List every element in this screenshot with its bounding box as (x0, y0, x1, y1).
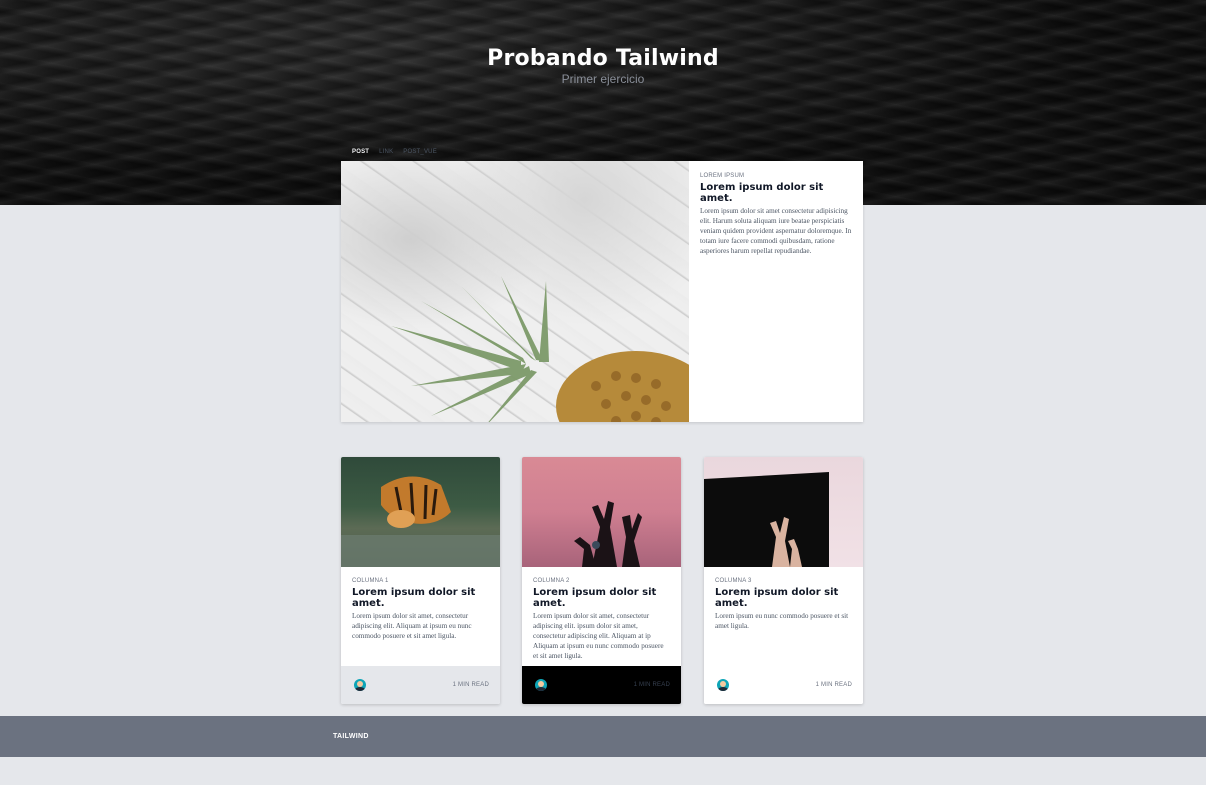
card-footer: 1 MIN READ (522, 666, 681, 704)
card-category: COLUMNA 1 (352, 578, 389, 584)
read-time: 1 MIN READ (815, 682, 852, 688)
featured-category: LOREM IPSUM (700, 173, 745, 179)
card-text: Lorem ipsum dolor sit amet, consectetur … (533, 612, 664, 660)
tab-link[interactable]: LINK (379, 149, 393, 155)
tab-bar: POST LINK POST_VUE (352, 149, 437, 155)
tab-post-vue[interactable]: POST_VUE (403, 149, 437, 155)
post-card-1[interactable]: COLUMNA 1 Lorem ipsum dolor sit amet. Lo… (341, 457, 500, 704)
card-body: COLUMNA 1 Lorem ipsum dolor sit amet. Lo… (341, 567, 500, 666)
read-time: 1 MIN READ (452, 682, 489, 688)
board-hands-image (704, 472, 829, 567)
card-image-board (704, 457, 863, 567)
card-title[interactable]: Lorem ipsum dolor sit amet. (533, 587, 670, 609)
read-time: 1 MIN READ (633, 682, 670, 688)
featured-text: Lorem ipsum dolor sit amet consectetur a… (700, 207, 852, 255)
card-text: Lorem ipsum dolor sit amet, consectetur … (352, 612, 472, 640)
footer: TAILWIND (0, 716, 1206, 757)
card-text: Lorem ipsum eu nunc commodo posuere et s… (715, 612, 849, 630)
card-category: COLUMNA 3 (715, 578, 752, 584)
card-image-hands (522, 457, 681, 567)
card-body: COLUMNA 3 Lorem ipsum dolor sit amet. Lo… (704, 567, 863, 666)
pineapple-image (391, 276, 689, 422)
tab-post[interactable]: POST (352, 149, 369, 155)
card-footer: 1 MIN READ (704, 666, 863, 704)
avatar-icon[interactable] (717, 679, 729, 691)
card-image-tiger (341, 457, 500, 567)
card-title[interactable]: Lorem ipsum dolor sit amet. (715, 587, 852, 609)
hands-silhouette-image (574, 501, 642, 567)
card-category: COLUMNA 2 (533, 578, 570, 584)
page-title: Probando Tailwind (487, 46, 719, 71)
tiger-image (341, 476, 500, 567)
card-title[interactable]: Lorem ipsum dolor sit amet. (352, 587, 489, 609)
footer-brand[interactable]: TAILWIND (333, 733, 369, 740)
card-body: COLUMNA 2 Lorem ipsum dolor sit amet. Lo… (522, 567, 681, 666)
featured-title[interactable]: Lorem ipsum dolor sit amet. (700, 182, 852, 204)
post-card-3[interactable]: COLUMNA 3 Lorem ipsum dolor sit amet. Lo… (704, 457, 863, 704)
avatar-icon[interactable] (354, 679, 366, 691)
card-footer: 1 MIN READ (341, 666, 500, 704)
avatar-icon[interactable] (535, 679, 547, 691)
page-subtitle: Primer ejercicio (561, 72, 645, 86)
featured-image (341, 161, 689, 422)
featured-content: LOREM IPSUM Lorem ipsum dolor sit amet. … (689, 161, 863, 422)
featured-post[interactable]: LOREM IPSUM Lorem ipsum dolor sit amet. … (341, 161, 863, 422)
post-card-2[interactable]: COLUMNA 2 Lorem ipsum dolor sit amet. Lo… (522, 457, 681, 704)
